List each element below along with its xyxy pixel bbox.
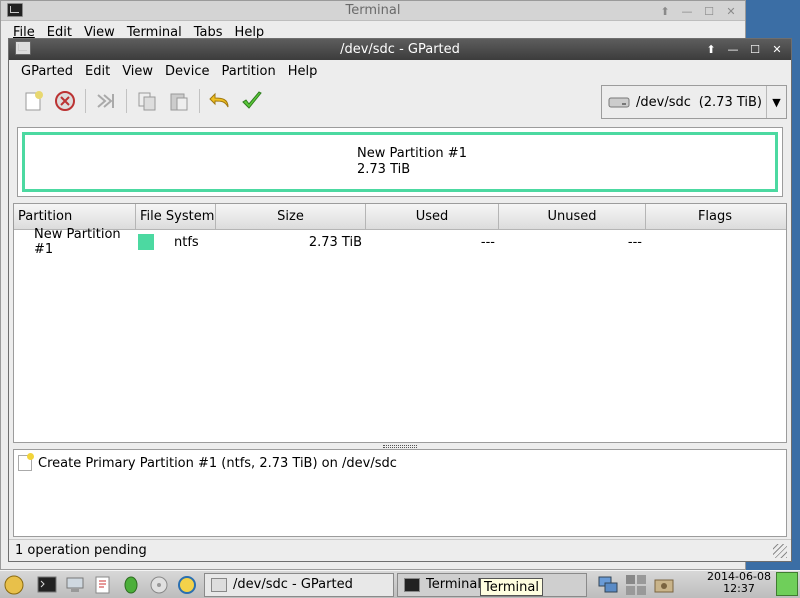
terminal-launcher-icon[interactable] [36,574,58,596]
device-size: (2.73 TiB) [698,94,762,110]
partition-map: New Partition #1 2.73 TiB [17,127,783,197]
list-item[interactable]: Create Primary Partition #1 (ntfs, 2.73 … [14,450,786,476]
paste-icon[interactable] [165,87,193,115]
apply-icon[interactable] [238,87,266,115]
gparted-menubar: GParted Edit View Device Partition Help [9,60,791,82]
device-name: /dev/sdc [636,94,691,110]
toolbar-separator [199,89,200,113]
start-menu-icon[interactable] [3,574,25,596]
hard-disk-icon [608,97,630,108]
col-unused[interactable]: Unused [499,204,646,229]
maximize-button[interactable]: ☐ [699,2,719,20]
pending-operations-list: Create Primary Partition #1 (ntfs, 2.73 … [13,449,787,537]
menu-help[interactable]: Help [282,64,324,79]
clock[interactable]: 2014-06-08 12:37 [704,571,774,595]
taskbar: /dev/sdc - GParted Terminal [0,570,800,598]
gparted-title: /dev/sdc - GParted [340,42,460,57]
partition-block-name: New Partition #1 [357,146,467,161]
minimize-button[interactable]: — [677,2,697,20]
terminal-icon [7,3,23,17]
undo-icon[interactable] [206,87,234,115]
cell-partition: New Partition #1 [34,227,121,257]
dropdown-arrow-icon[interactable]: ▼ [766,86,786,118]
clock-time: 12:37 [723,582,755,595]
logout-icon[interactable] [776,572,798,596]
cell-filesystem: ntfs [136,234,216,250]
close-button[interactable]: ✕ [767,40,787,58]
terminal-task-icon [404,577,420,592]
minimize-button[interactable]: — [723,40,743,58]
cell-used: --- [480,234,495,250]
maximize-button[interactable]: ☐ [745,40,765,58]
menu-gparted[interactable]: GParted [15,64,79,79]
new-operation-icon [18,453,34,471]
resize-grip-icon[interactable] [773,544,787,558]
partition-table: Partition File System Size Used Unused F… [13,203,787,443]
new-partition-icon[interactable] [19,87,47,115]
screenshot-tray-icon[interactable] [653,574,675,596]
copy-icon[interactable] [133,87,161,115]
status-bar: 1 operation pending [9,539,791,561]
delete-partition-icon[interactable] [51,87,79,115]
menu-partition[interactable]: Partition [216,64,282,79]
gparted-task-icon [211,577,227,592]
col-flags[interactable]: Flags [646,204,784,229]
menu-device[interactable]: Device [159,64,215,79]
shade-button[interactable]: ⬆ [701,40,721,58]
col-partition[interactable]: Partition [14,204,136,229]
device-selector[interactable]: /dev/sdc (2.73 TiB) ▼ [601,85,787,119]
operation-text: Create Primary Partition #1 (ntfs, 2.73 … [38,455,397,471]
col-size[interactable]: Size [216,204,366,229]
partition-block[interactable]: New Partition #1 2.73 TiB [22,132,778,192]
status-text: 1 operation pending [15,543,147,558]
close-button[interactable]: ✕ [721,2,741,20]
browser-launcher-icon[interactable] [176,574,198,596]
toolbar-separator [126,89,127,113]
terminal-titlebar[interactable]: Terminal ⬆ — ☐ ✕ [1,1,745,21]
partition-block-size: 2.73 TiB [357,162,411,177]
network-launcher-icon[interactable] [64,574,86,596]
network-tray-icon[interactable] [597,574,619,596]
gparted-app-icon [15,41,31,55]
resize-move-icon[interactable] [92,87,120,115]
workspace-switcher-icon[interactable] [625,574,647,596]
col-filesystem[interactable]: File System [136,204,216,229]
text-editor-launcher-icon[interactable] [92,574,114,596]
menu-view[interactable]: View [116,64,159,79]
leaf-launcher-icon[interactable] [120,574,142,596]
shade-button[interactable]: ⬆ [655,2,675,20]
tooltip: Terminal [480,578,543,596]
col-used[interactable]: Used [366,204,499,229]
terminal-title: Terminal [345,3,401,18]
disc-launcher-icon[interactable] [148,574,170,596]
gparted-titlebar[interactable]: /dev/sdc - GParted ⬆ — ☐ ✕ [9,39,791,60]
filesystem-color-swatch [138,234,154,250]
menu-edit[interactable]: Edit [79,64,116,79]
cell-unused: --- [627,234,642,250]
task-gparted[interactable]: /dev/sdc - GParted [204,572,394,597]
cell-size: 2.73 TiB [308,234,362,250]
gparted-window[interactable]: /dev/sdc - GParted ⬆ — ☐ ✕ GParted Edit … [8,38,792,562]
toolbar-separator [85,89,86,113]
table-row[interactable]: New Partition #1 ntfs 2.73 TiB --- --- [14,227,786,257]
